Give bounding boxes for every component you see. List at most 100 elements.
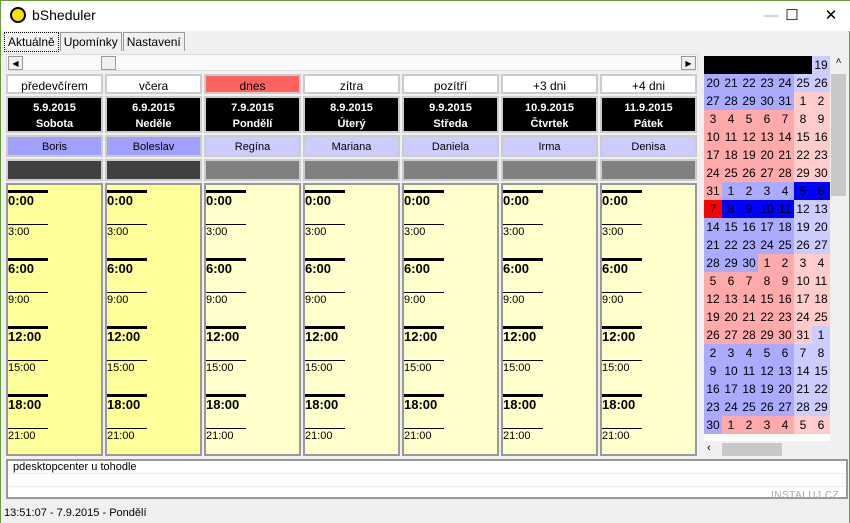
- calendar-day[interactable]: 24: [722, 398, 740, 416]
- calendar-day[interactable]: 8: [758, 272, 776, 290]
- time-slot[interactable]: 3:00: [503, 224, 543, 238]
- time-slot[interactable]: 21:00: [602, 428, 642, 442]
- calendar-day[interactable]: 9: [740, 200, 758, 218]
- day-event-bar[interactable]: [6, 159, 103, 181]
- time-slot[interactable]: 15:00: [602, 360, 642, 374]
- calendar-day[interactable]: 13: [758, 128, 776, 146]
- calendar-day[interactable]: 22: [740, 74, 758, 92]
- day-date-box[interactable]: 7.9.2015 Pondělí: [204, 96, 301, 133]
- time-slot[interactable]: 12:00: [305, 326, 345, 344]
- calendar-day[interactable]: 19: [758, 380, 776, 398]
- time-slot[interactable]: 15:00: [503, 360, 543, 374]
- calendar-day[interactable]: 4: [776, 182, 794, 200]
- calendar-day[interactable]: 23: [704, 398, 722, 416]
- calendar-day[interactable]: 2: [704, 344, 722, 362]
- time-slot[interactable]: 15:00: [404, 360, 444, 374]
- calendar-day[interactable]: 16: [740, 218, 758, 236]
- time-slot[interactable]: 0:00: [206, 190, 246, 208]
- calendar-day[interactable]: 1: [812, 326, 830, 344]
- calendar-day[interactable]: 17: [704, 146, 722, 164]
- tab-upominky[interactable]: Upomínky: [59, 32, 122, 51]
- calendar-day[interactable]: 23: [740, 236, 758, 254]
- calendar-day[interactable]: 15: [722, 218, 740, 236]
- note-line[interactable]: pdesktopcenter u tohodle: [8, 461, 846, 474]
- calendar-day[interactable]: 26: [794, 236, 812, 254]
- calendar-day[interactable]: 30: [776, 326, 794, 344]
- calendar-day[interactable]: 18: [722, 146, 740, 164]
- calendar-day[interactable]: 18: [740, 380, 758, 398]
- time-slot[interactable]: 21:00: [206, 428, 246, 442]
- calendar-day[interactable]: 17: [722, 380, 740, 398]
- calendar-day[interactable]: 28: [794, 398, 812, 416]
- calendar-day[interactable]: 28: [704, 254, 722, 272]
- calendar-day[interactable]: 27: [812, 236, 830, 254]
- calendar-day[interactable]: 24: [758, 236, 776, 254]
- tab-aktualne[interactable]: Aktuálně: [4, 32, 59, 52]
- calendar-day[interactable]: 5: [758, 344, 776, 362]
- calendar-day[interactable]: 3: [704, 110, 722, 128]
- calendar-horizontal-scrollbar[interactable]: ‹: [704, 441, 830, 458]
- calendar-day[interactable]: 21: [722, 74, 740, 92]
- calendar-day[interactable]: 10: [794, 272, 812, 290]
- calendar-day[interactable]: 29: [812, 398, 830, 416]
- time-slot[interactable]: 6:00: [206, 258, 246, 276]
- calendar-vertical-scrollbar[interactable]: ˄: [830, 56, 847, 441]
- calendar-day[interactable]: 12: [758, 362, 776, 380]
- calendar-day[interactable]: 13: [722, 290, 740, 308]
- calendar-day[interactable]: 22: [758, 308, 776, 326]
- day-schedule-grid[interactable]: 0:00 3:00 6:00 9:00 12:00 15:00 18:00 21:00: [501, 183, 598, 456]
- calendar-day[interactable]: 8: [794, 110, 812, 128]
- calendar-day[interactable]: 20: [776, 380, 794, 398]
- tab-nastaveni[interactable]: Nastavení: [122, 32, 185, 51]
- day-scrollbar[interactable]: ◀ ▶: [6, 54, 698, 71]
- calendar-day[interactable]: 2: [812, 92, 830, 110]
- time-slot[interactable]: 9:00: [503, 292, 543, 306]
- scroll-right-icon[interactable]: ▶: [681, 56, 696, 70]
- calendar-day[interactable]: 10: [704, 128, 722, 146]
- calendar-day[interactable]: 7: [740, 272, 758, 290]
- day-schedule-grid[interactable]: 0:00 3:00 6:00 9:00 12:00 15:00 18:00 21:00: [6, 183, 103, 456]
- calendar-day[interactable]: 26: [740, 164, 758, 182]
- time-slot[interactable]: 9:00: [107, 292, 147, 306]
- day-event-bar[interactable]: [204, 159, 301, 181]
- calendar-day[interactable]: 29: [722, 254, 740, 272]
- calendar-day[interactable]: 24: [776, 74, 794, 92]
- time-slot[interactable]: 18:00: [305, 394, 345, 412]
- time-slot[interactable]: 12:00: [206, 326, 246, 344]
- day-schedule-grid[interactable]: 0:00 3:00 6:00 9:00 12:00 15:00 18:00 21:00: [303, 183, 400, 456]
- time-slot[interactable]: 21:00: [107, 428, 147, 442]
- time-slot[interactable]: 6:00: [305, 258, 345, 276]
- calendar-day[interactable]: 22: [794, 146, 812, 164]
- calendar-day[interactable]: 28: [740, 326, 758, 344]
- calendar-day[interactable]: 6: [812, 182, 830, 200]
- calendar-day[interactable]: 22: [812, 380, 830, 398]
- note-line[interactable]: [8, 487, 846, 500]
- calendar-day[interactable]: 11: [776, 200, 794, 218]
- time-slot[interactable]: 0:00: [305, 190, 345, 208]
- calendar-day[interactable]: 10: [758, 200, 776, 218]
- calendar-day[interactable]: 5: [794, 416, 812, 434]
- calendar-day[interactable]: 21: [704, 236, 722, 254]
- time-slot[interactable]: 3:00: [206, 224, 246, 238]
- time-slot[interactable]: 9:00: [305, 292, 345, 306]
- time-slot[interactable]: 12:00: [404, 326, 444, 344]
- calendar-day[interactable]: 13: [776, 362, 794, 380]
- calendar-day[interactable]: 6: [776, 344, 794, 362]
- calendar-day[interactable]: 12: [740, 128, 758, 146]
- day-event-bar[interactable]: [501, 159, 598, 181]
- calendar-day[interactable]: 19: [740, 146, 758, 164]
- day-event-bar[interactable]: [105, 159, 202, 181]
- day-schedule-grid[interactable]: 0:00 3:00 6:00 9:00 12:00 15:00 18:00 21:00: [402, 183, 499, 456]
- time-slot[interactable]: 3:00: [602, 224, 642, 238]
- calendar-day[interactable]: 24: [704, 164, 722, 182]
- day-event-bar[interactable]: [402, 159, 499, 181]
- calendar-day[interactable]: 25: [812, 308, 830, 326]
- calendar-day[interactable]: 4: [740, 344, 758, 362]
- time-slot[interactable]: 3:00: [8, 224, 48, 238]
- calendar-day[interactable]: 26: [758, 398, 776, 416]
- calendar-day[interactable]: 9: [704, 362, 722, 380]
- day-date-box[interactable]: 5.9.2015 Sobota: [6, 96, 103, 133]
- calendar-day[interactable]: 4: [812, 254, 830, 272]
- calendar-day[interactable]: 27: [722, 326, 740, 344]
- calendar-day[interactable]: 4: [776, 416, 794, 434]
